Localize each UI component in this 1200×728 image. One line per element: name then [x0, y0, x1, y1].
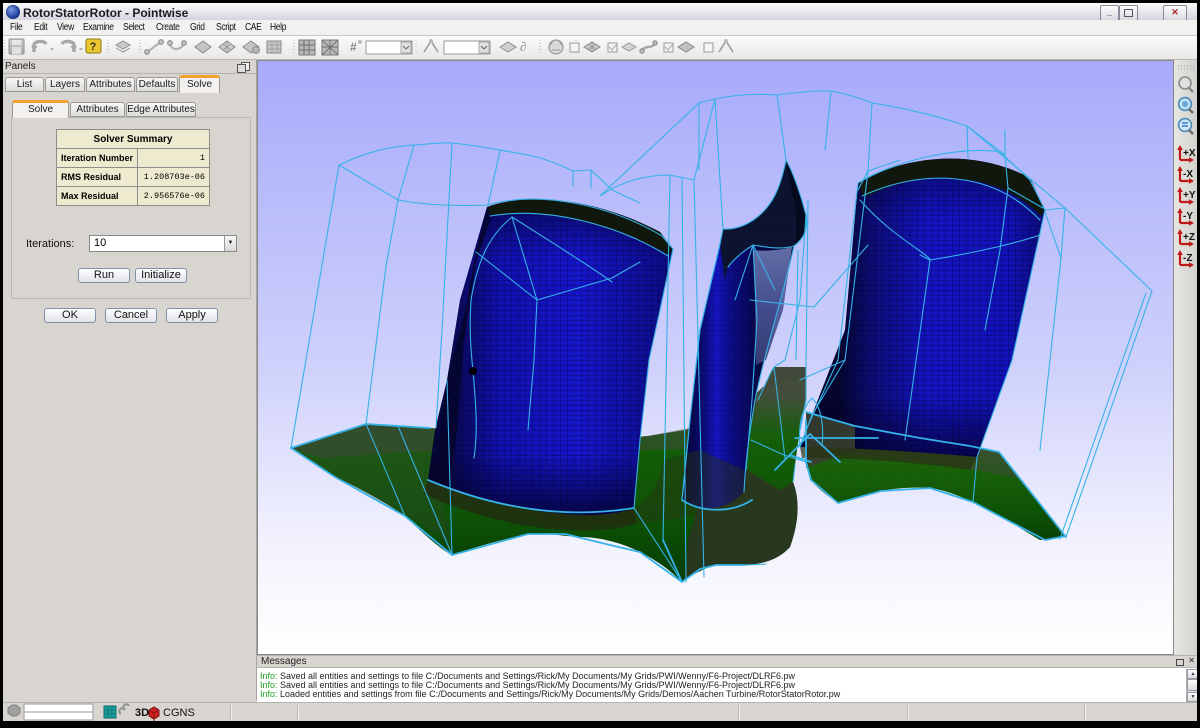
svg-text:?: ?	[90, 41, 97, 53]
svg-text:∂: ∂	[520, 39, 526, 54]
svg-text:+X: +X	[1183, 148, 1196, 159]
svg-text:+Y: +Y	[1183, 190, 1196, 201]
svg-text:3D: 3D	[135, 707, 149, 719]
svg-text:+Z: +Z	[1183, 232, 1195, 243]
svg-text:-Z: -Z	[1183, 253, 1192, 264]
svg-text:CGNS: CGNS	[163, 707, 195, 719]
svg-text:-Y: -Y	[1183, 211, 1193, 222]
svg-text:#: #	[350, 40, 357, 54]
svg-text:-X: -X	[1183, 169, 1193, 180]
